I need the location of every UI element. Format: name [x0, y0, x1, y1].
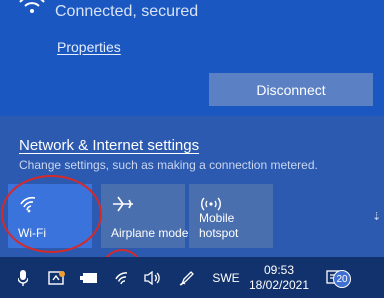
disconnect-button[interactable]: Disconnect	[209, 73, 373, 106]
network-settings-link[interactable]: Network & Internet settings	[19, 137, 199, 154]
wifi-tile[interactable]: Wi-Fi	[8, 184, 92, 248]
pen-icon[interactable]	[176, 257, 198, 298]
network-flyout: Connected, secured Properties Disconnect…	[0, 0, 384, 257]
clock[interactable]: 09:53 18/02/2021	[248, 257, 310, 298]
app-badge-dot	[59, 271, 65, 277]
app-icon[interactable]	[44, 257, 68, 298]
battery-icon[interactable]	[78, 257, 100, 298]
network-status: Connected, secured	[55, 3, 199, 20]
taskbar: SWE 09:53 18/02/2021 20	[0, 257, 384, 298]
airplane-mode-tile[interactable]: Airplane mode	[101, 184, 189, 248]
mobile-hotspot-tile[interactable]: Mobile hotspot	[189, 184, 273, 248]
volume-icon[interactable]	[142, 257, 164, 298]
expand-icon[interactable]: ⇣	[372, 210, 381, 223]
settings-area: Network & Internet settings Change setti…	[0, 116, 384, 257]
wifi-icon	[20, 196, 36, 213]
language-indicator[interactable]: SWE	[210, 257, 242, 298]
mobile-hotspot-label: Mobile hotspot	[199, 211, 239, 240]
clock-date: 18/02/2021	[248, 277, 310, 292]
microphone-icon[interactable]	[12, 257, 34, 298]
notification-count-badge: 20	[333, 270, 351, 288]
airplane-icon	[113, 196, 133, 212]
properties-link[interactable]: Properties	[57, 39, 121, 55]
wifi-network-item[interactable]: Connected, secured Properties Disconnect	[0, 0, 384, 116]
wifi-tray-icon[interactable]	[110, 257, 136, 298]
wifi-tile-label: Wi-Fi	[18, 226, 46, 240]
airplane-mode-label: Airplane mode	[111, 226, 189, 240]
clock-time: 09:53	[263, 262, 295, 277]
wifi-network-icon	[19, 0, 45, 13]
network-settings-description: Change settings, such as making a connec…	[19, 158, 318, 172]
